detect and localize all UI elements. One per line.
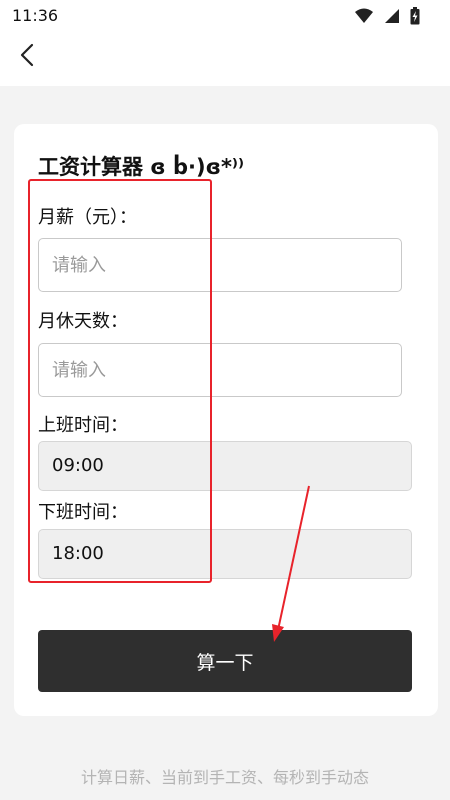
battery-icon (410, 7, 420, 29)
wifi-icon (354, 8, 374, 28)
end-time-label: 下班时间： (38, 502, 128, 523)
calculate-button[interactable]: 算一下 (38, 630, 412, 692)
app-header: 11:36 (0, 0, 450, 86)
status-bar: 11:36 (0, 0, 450, 32)
monthly-salary-label: 月薪（元）： (38, 207, 137, 228)
monthly-days-off-label: 月休天数： (38, 311, 128, 332)
cellular-signal-icon (384, 8, 400, 28)
start-time-label: 上班时间： (38, 415, 128, 436)
start-time-field[interactable]: 09:00 (38, 441, 412, 491)
chevron-left-icon (19, 43, 35, 71)
end-time-field[interactable]: 18:00 (38, 529, 412, 579)
back-button[interactable] (10, 40, 44, 74)
card-title: 工资计算器 ɞ ḃ·)ɞ*⁾⁾ (38, 155, 245, 179)
monthly-salary-input[interactable] (38, 238, 402, 292)
calculator-card: 工资计算器 ɞ ḃ·)ɞ*⁾⁾ 月薪（元）： 月休天数： 上班时间： 09:00… (14, 124, 438, 716)
footer-hint: 计算日薪、当前到手工资、每秒到手动态 (80, 768, 369, 787)
status-time: 11:36 (12, 6, 59, 25)
monthly-days-off-input[interactable] (38, 343, 402, 397)
status-icons (354, 7, 420, 29)
